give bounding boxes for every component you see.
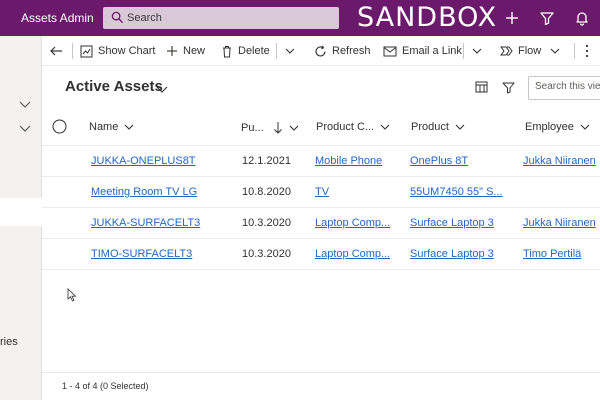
search-icon <box>111 11 124 24</box>
nav-selected-item[interactable] <box>0 198 42 226</box>
email-link-label: Email a Link <box>402 45 462 57</box>
sort-descending-icon <box>273 122 282 134</box>
chevron-down-icon[interactable] <box>18 98 32 112</box>
chevron-down-icon[interactable] <box>156 84 168 94</box>
table-row[interactable]: TIMO-SURFACELT3 10.3.2020 Laptop Comp...… <box>42 239 600 270</box>
product-link[interactable]: OnePlus 8T <box>410 155 520 167</box>
chevron-down-icon[interactable] <box>472 47 482 55</box>
refresh-button[interactable]: Refresh <box>314 43 371 59</box>
show-chart-button[interactable]: Show Chart <box>80 43 155 59</box>
purchase-date: 10.8.2020 <box>242 186 291 198</box>
more-options-icon[interactable] <box>583 43 591 59</box>
app-title[interactable]: Assets Admin <box>21 11 94 25</box>
product-category-link[interactable]: Laptop Comp... <box>315 217 405 229</box>
asset-name-link[interactable]: TIMO-SURFACELT3 <box>91 248 236 260</box>
chevron-down-icon[interactable] <box>18 122 32 136</box>
product-category-link[interactable]: TV <box>315 186 405 198</box>
asset-name-link[interactable]: Meeting Room TV LG <box>91 186 236 198</box>
plus-icon[interactable] <box>503 9 521 27</box>
purchase-date: 12.1.2021 <box>242 155 291 167</box>
column-header-label: Name <box>89 121 119 133</box>
mail-icon <box>383 46 397 56</box>
email-link-button[interactable]: Email a Link <box>383 43 462 59</box>
column-header-label: Pu... <box>241 121 264 134</box>
purchase-date: 10.3.2020 <box>242 217 291 229</box>
delete-button[interactable]: Delete <box>221 43 270 59</box>
chevron-down-icon <box>380 124 390 130</box>
column-header-product[interactable]: Product <box>411 121 465 133</box>
table-row[interactable]: JUKKA-SURFACELT3 10.3.2020 Laptop Comp..… <box>42 208 600 239</box>
product-category-link[interactable]: Laptop Comp... <box>315 248 405 260</box>
table-row[interactable]: Meeting Room TV LG 10.8.2020 TV 55UM7450… <box>42 177 600 208</box>
asset-name-link[interactable]: JUKKA-SURFACELT3 <box>91 217 236 229</box>
mouse-cursor-icon <box>67 288 77 302</box>
chevron-down-icon <box>289 125 299 131</box>
column-header-label: Employee <box>525 121 574 133</box>
product-link[interactable]: 55UM7450 55" S... <box>410 186 520 198</box>
filter-icon[interactable] <box>502 81 515 94</box>
view-search-box[interactable] <box>528 76 600 100</box>
new-label: New <box>183 45 206 57</box>
column-header-name[interactable]: Name <box>89 121 134 133</box>
chevron-down-icon[interactable] <box>285 47 295 55</box>
flow-label: Flow <box>518 45 542 57</box>
view-search-input[interactable] <box>535 81 600 92</box>
view-title[interactable]: Active Assets <box>65 78 163 95</box>
chevron-down-icon <box>455 124 465 130</box>
purchase-date: 10.3.2020 <box>242 248 291 260</box>
column-header-purchase[interactable]: Pu... <box>241 121 299 134</box>
chevron-down-icon <box>550 48 560 54</box>
column-header-product-category[interactable]: Product C... <box>316 121 390 133</box>
footer-divider <box>42 372 600 373</box>
flow-icon <box>500 46 513 56</box>
show-chart-label: Show Chart <box>98 45 156 57</box>
new-button[interactable]: New <box>166 43 205 59</box>
refresh-label: Refresh <box>332 45 371 57</box>
employee-link[interactable]: Jukka Niiranen <box>523 217 600 229</box>
employee-link[interactable]: Timo Pertilä <box>523 248 600 260</box>
trash-icon <box>223 45 231 57</box>
product-link[interactable]: Surface Laptop 3 <box>410 248 520 260</box>
flow-button[interactable]: Flow <box>500 43 565 59</box>
delete-label: Delete <box>238 45 270 57</box>
grid-header: Name Pu... Product C... Product Employee <box>42 110 600 146</box>
product-category-link[interactable]: Mobile Phone <box>315 155 405 167</box>
edit-columns-icon[interactable] <box>475 81 489 94</box>
back-arrow-icon[interactable] <box>49 44 63 58</box>
global-search-box[interactable] <box>103 7 339 29</box>
left-navigation: ries <box>0 36 42 400</box>
column-header-employee[interactable]: Employee <box>525 121 590 133</box>
product-link[interactable]: Surface Laptop 3 <box>410 217 520 229</box>
filter-icon[interactable] <box>538 9 556 27</box>
record-count-status: 1 - 4 of 4 (0 Selected) <box>62 381 149 391</box>
top-app-bar: Assets Admin SANDBOX <box>0 0 600 36</box>
chart-icon <box>80 45 93 57</box>
bell-icon[interactable] <box>573 9 591 27</box>
plus-icon <box>167 46 177 56</box>
table-row[interactable]: JUKKA-ONEPLUS8T 12.1.2021 Mobile Phone O… <box>42 146 600 177</box>
employee-link[interactable]: Jukka Niiranen <box>523 155 600 167</box>
column-header-label: Product <box>411 121 449 133</box>
column-header-label: Product C... <box>316 121 375 133</box>
asset-name-link[interactable]: JUKKA-ONEPLUS8T <box>91 155 236 167</box>
nav-item-label[interactable]: ries <box>0 336 18 348</box>
global-search-input[interactable] <box>127 9 327 27</box>
chevron-down-icon <box>580 124 590 130</box>
chevron-down-icon <box>124 124 134 130</box>
command-bar: Show Chart New Delete Refresh Email a Li… <box>42 36 600 66</box>
select-all-checkbox[interactable] <box>52 119 67 134</box>
environment-label: SANDBOX <box>357 2 498 33</box>
refresh-icon <box>315 44 326 57</box>
